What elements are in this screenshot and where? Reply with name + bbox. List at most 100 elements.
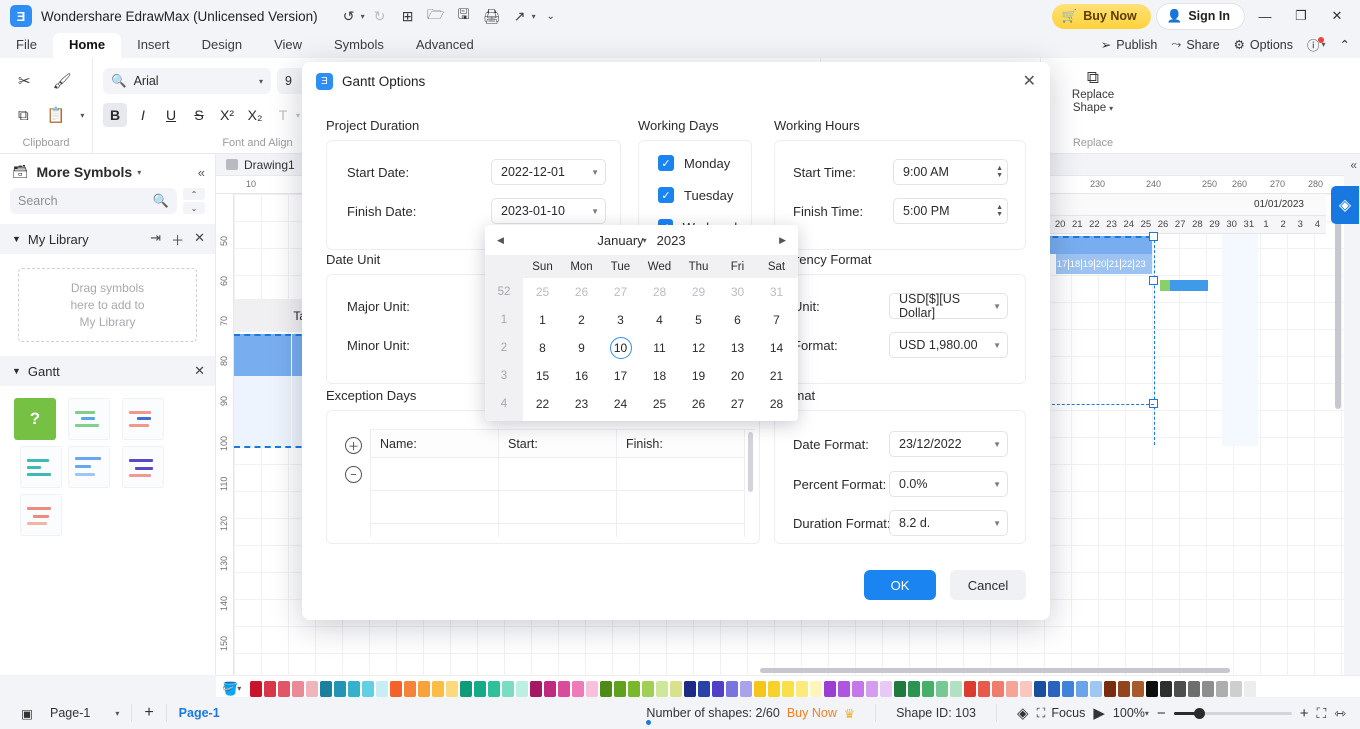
color-swatch[interactable] [1006,680,1018,697]
calendar-day-5[interactable]: 5 [679,306,718,334]
color-swatch[interactable] [768,680,780,697]
cell-finish[interactable] [617,524,745,537]
month-caret-icon[interactable]: ▾ [643,236,647,245]
share-button[interactable]: ⤳ Share [1171,37,1219,52]
chevron-down-icon[interactable]: ▼ [12,234,21,244]
chevron-down-icon[interactable]: ▼ [591,168,599,177]
my-library-dropzone[interactable]: Drag symbols here to add to My Library [18,268,197,342]
font-name-caret-icon[interactable]: ▾ [259,77,263,86]
exception-days-table[interactable]: Name: Start: Finish: [370,429,755,537]
close-icon[interactable]: ✕ [194,363,205,379]
scroll-up-button[interactable]: ⌃ [183,188,205,200]
calendar-day-3[interactable]: 3 [718,418,757,421]
strikethrough-button[interactable]: S [187,103,211,127]
prev-month-button[interactable]: ◀ [497,235,504,246]
start-time-spinner[interactable]: 9:00 AM ▲ ▼ [893,159,1008,185]
calendar-day-6[interactable]: 6 [718,306,757,334]
color-swatch[interactable] [1230,680,1242,697]
maximize-button[interactable]: ❐ [1286,2,1316,30]
calendar-day-7[interactable]: 7 [757,306,796,334]
add-page-button[interactable]: + [144,704,153,722]
selection-handle-top[interactable] [1149,232,1158,241]
help-button[interactable]: ⓘ ▾ [1307,35,1326,54]
color-swatch[interactable] [1118,680,1130,697]
color-swatch[interactable] [1146,680,1158,697]
remove-exception-day-button[interactable]: − [345,466,362,483]
page-selector[interactable]: Page-1 ▾ [50,706,119,720]
chevron-down-icon[interactable]: ▼ [12,366,21,376]
export-caret-icon[interactable]: ▾ [532,12,536,21]
cell-name[interactable] [371,458,499,491]
symbol-item-gantt-6[interactable] [20,494,62,536]
bold-button[interactable]: B [103,103,127,127]
subscript-button[interactable]: X₂ [243,103,267,127]
color-swatch[interactable] [502,680,514,697]
calendar-day-3[interactable]: 3 [601,306,640,334]
color-swatch[interactable] [334,680,346,697]
color-swatch[interactable] [922,680,934,697]
fill-tool-button[interactable]: ◈ [1331,186,1359,224]
collapse-ribbon-button[interactable]: ⌃ [1340,37,1350,52]
undo-icon[interactable]: ↺ [336,4,362,28]
sign-in-button[interactable]: 👤 Sign In [1156,3,1244,29]
close-button[interactable]: ✕ [1322,2,1352,30]
spinner-down-icon[interactable]: ▼ [996,211,1003,218]
color-swatch[interactable] [1216,680,1228,697]
scroll-down-button[interactable]: ⌄ [183,202,205,214]
calendar-day-29[interactable]: 29 [679,278,718,306]
color-swatch[interactable] [1048,680,1060,697]
calendar-day-30[interactable]: 30 [562,418,601,421]
chevron-down-icon[interactable]: ▼ [993,519,1001,528]
table-row[interactable] [371,524,755,537]
font-name-selector[interactable]: 🔍 Arial ▾ [103,68,271,94]
color-swatch[interactable] [698,680,710,697]
selection-handle-mid[interactable] [1149,276,1158,285]
menu-item-design[interactable]: Design [186,33,258,58]
calendar-day-2[interactable]: 2 [562,306,601,334]
color-swatch[interactable] [852,680,864,697]
gantt-task-bar[interactable] [1170,280,1208,291]
copy-icon[interactable]: ⧉ [18,107,29,124]
page-tab-page-1[interactable]: Page-1 [179,706,220,720]
menu-item-view[interactable]: View [258,33,318,58]
italic-button[interactable]: I [131,103,155,127]
chevron-down-icon[interactable]: ▼ [993,341,1001,350]
presentation-play-icon[interactable]: ▶ [1093,704,1105,722]
color-swatch[interactable] [600,680,612,697]
color-swatch[interactable] [376,680,388,697]
open-folder-icon[interactable]: 🗁 [423,4,449,28]
color-swatch[interactable] [1020,680,1032,697]
color-swatch[interactable] [530,680,542,697]
calendar-day-16[interactable]: 16 [562,362,601,390]
color-swatch[interactable] [278,680,290,697]
calendar-day-22[interactable]: 22 [523,390,562,418]
calendar-day-10[interactable]: 10 [601,334,640,362]
text-color-caret-icon[interactable]: ▾ [296,111,300,120]
calendar-day-23[interactable]: 23 [562,390,601,418]
export-icon[interactable]: ↗ [507,4,533,28]
color-swatch[interactable] [656,680,668,697]
finish-date-combobox[interactable]: 2023-01-10 ▼ [491,198,606,224]
import-icon[interactable]: ⇥ [150,230,161,249]
cell-finish[interactable] [617,458,745,491]
buy-now-button[interactable]: 🛒 Buy Now [1051,3,1151,29]
sidebar-section-gantt[interactable]: ▼ Gantt ✕ [0,356,215,386]
color-swatch[interactable] [488,680,500,697]
menu-item-insert[interactable]: Insert [121,33,186,58]
symbol-item-callout[interactable]: ? [14,398,56,440]
add-icon[interactable]: ＋ [171,230,184,249]
calendar-day-1[interactable]: 1 [523,306,562,334]
color-swatch[interactable] [894,680,906,697]
layers-icon[interactable]: ◈ [1017,704,1029,722]
color-swatch[interactable] [908,680,920,697]
exception-table-scrollbar[interactable] [748,432,753,492]
search-icon[interactable]: 🔍 [153,193,169,209]
chevron-down-icon[interactable]: ▼ [591,207,599,216]
calendar-day-9[interactable]: 9 [562,334,601,362]
canvas-vertical-scrollbar[interactable] [1335,214,1341,409]
color-swatch[interactable] [740,680,752,697]
dialog-close-button[interactable]: ✕ [1023,71,1036,91]
cancel-button[interactable]: Cancel [950,570,1026,600]
color-swatch[interactable] [250,680,262,697]
color-swatch[interactable] [404,680,416,697]
